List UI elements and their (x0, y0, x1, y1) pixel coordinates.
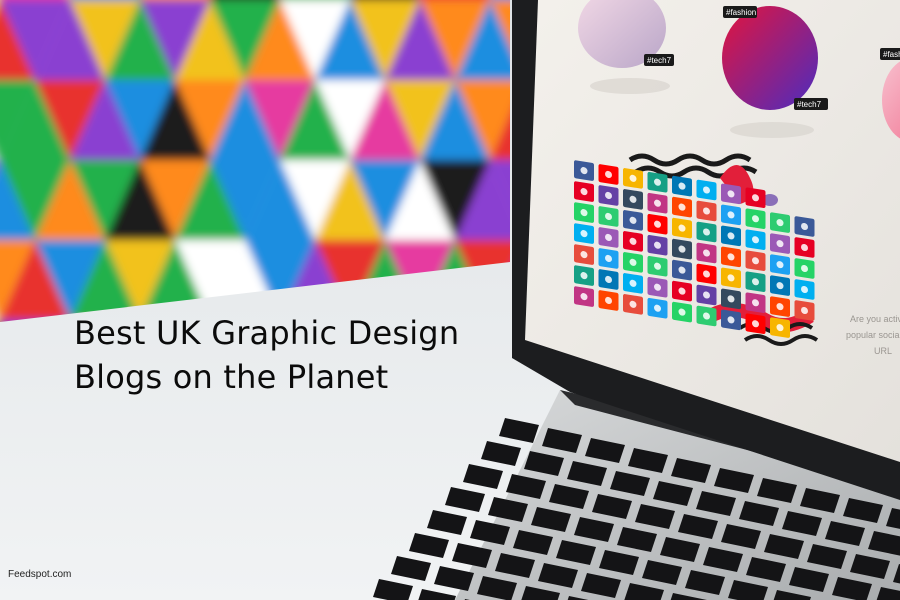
screen-caption-1: Are you active (850, 314, 900, 324)
screen-tag-3: #tech7 (797, 100, 822, 109)
headline-line-2: Blogs on the Planet (74, 358, 389, 396)
screen-tag-4: #fashion (883, 50, 900, 59)
screen-caption-3: URL (874, 346, 892, 356)
source-credit: Feedspot.com (8, 569, 72, 580)
photo-scene: Are you active popular social URL #fashi… (0, 0, 900, 600)
screen-caption-2: popular social (846, 330, 900, 340)
headline-line-1: Best UK Graphic Design (74, 314, 460, 352)
screen-orb-2 (722, 6, 818, 110)
scene-illustration: Are you active popular social URL #fashi… (0, 0, 900, 600)
headline: Best UK Graphic Design Blogs on the Plan… (74, 311, 459, 399)
screen-tag-1: #fashion (726, 8, 756, 17)
screen-tag-2: #tech7 (647, 56, 672, 65)
